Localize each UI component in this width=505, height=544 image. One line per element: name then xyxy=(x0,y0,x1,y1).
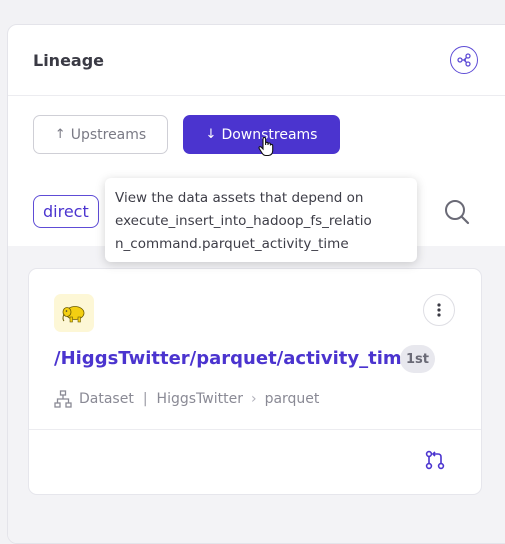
upstreams-label: Upstreams xyxy=(70,126,147,143)
search-icon[interactable] xyxy=(443,198,471,226)
tooltip-line: n_command.parquet_activity_time xyxy=(115,236,349,252)
direct-filter-chip[interactable]: direct xyxy=(33,195,99,228)
downstreams-tooltip: View the data assets that depend on exec… xyxy=(105,178,417,262)
arrow-down-icon: ↓ xyxy=(205,127,217,142)
path-segment[interactable]: parquet xyxy=(265,391,320,407)
share-graph-button[interactable] xyxy=(450,46,478,74)
asset-type: Dataset xyxy=(79,391,134,407)
dataset-icon xyxy=(54,390,72,408)
lineage-panel: Lineage ↑ Upstreams ↓ Downstreams direct xyxy=(7,24,505,544)
path-segment[interactable]: HiggsTwitter xyxy=(157,391,243,407)
card-divider xyxy=(29,429,481,430)
degree-badge: 1st xyxy=(400,345,435,373)
share-graph-icon xyxy=(457,53,471,67)
panel-title: Lineage xyxy=(33,51,105,70)
tooltip-line: execute_insert_into_hadoop_fs_relatio xyxy=(115,213,372,229)
more-vertical-icon xyxy=(437,303,441,317)
hadoop-elephant-icon xyxy=(54,294,94,332)
chevron-right-icon: › xyxy=(250,391,257,407)
arrow-up-icon: ↑ xyxy=(54,127,66,142)
asset-name-link[interactable]: /HiggsTwitter/parquet/activity_time xyxy=(54,348,414,369)
upstreams-button[interactable]: ↑ Upstreams xyxy=(33,115,168,154)
asset-meta: Dataset | HiggsTwitter › parquet xyxy=(54,389,319,409)
lineage-card[interactable]: /HiggsTwitter/parquet/activity_time 1st … xyxy=(28,268,482,495)
lineage-list: /HiggsTwitter/parquet/activity_time 1st … xyxy=(8,246,505,543)
meta-separator: | xyxy=(142,391,148,407)
panel-header: Lineage xyxy=(8,25,505,96)
more-options-button[interactable] xyxy=(423,294,455,326)
lineage-icon[interactable] xyxy=(425,450,445,470)
hand-cursor-icon xyxy=(258,136,274,157)
tooltip-line: View the data assets that depend on xyxy=(115,190,364,206)
